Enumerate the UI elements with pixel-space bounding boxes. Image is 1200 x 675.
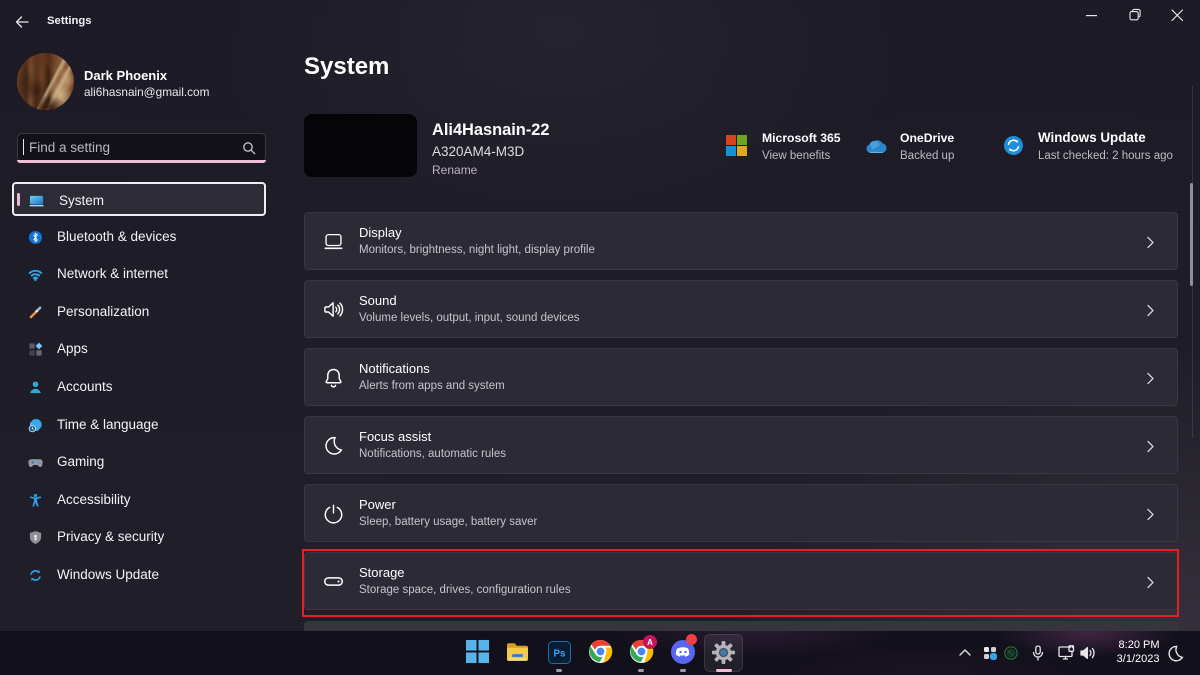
svg-text:A: A [647,638,653,647]
svg-text:Ps: Ps [554,648,566,659]
